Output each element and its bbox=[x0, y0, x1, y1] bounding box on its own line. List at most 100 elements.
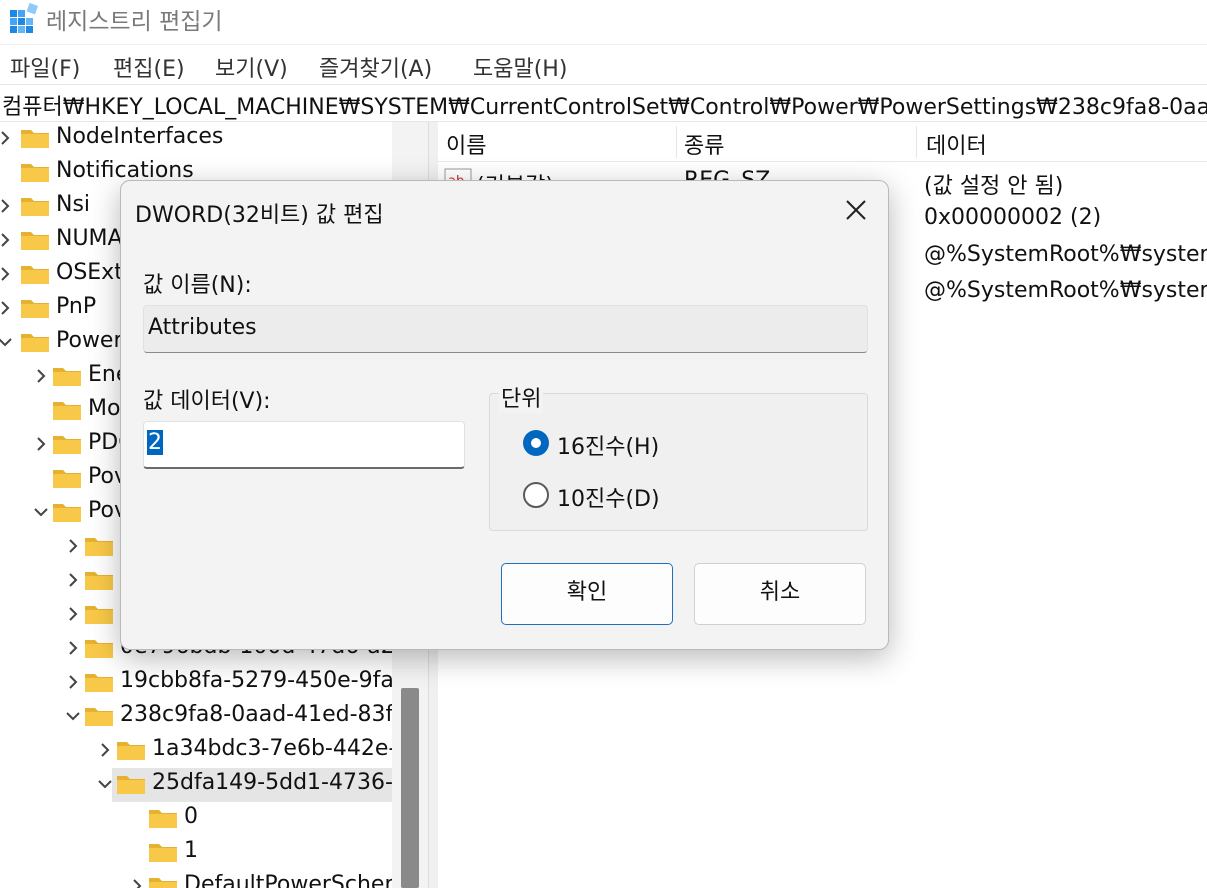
tree-item[interactable]: 1 bbox=[128, 836, 392, 870]
list-cell-data: 0x00000002 (2) bbox=[924, 205, 1102, 230]
value-data-input[interactable]: 2 bbox=[143, 421, 465, 469]
base-group-label: 단위 bbox=[499, 381, 544, 413]
address-path: 컴퓨터₩HKEY_LOCAL_MACHINE₩SYSTEM₩CurrentCon… bbox=[2, 95, 1207, 120]
radio-decimal-label[interactable]: 10진수(D) bbox=[557, 481, 660, 513]
folder-icon bbox=[21, 266, 49, 284]
tree-item[interactable]: 238c9fa8-0aad-41ed-83f4 bbox=[64, 700, 407, 734]
folder-icon bbox=[21, 130, 49, 148]
tree-item[interactable]: 25dfa149-5dd1-4736-b bbox=[98, 768, 407, 802]
tree-item[interactable]: NodeInterfaces bbox=[0, 122, 392, 156]
menu-favorites[interactable]: 즐겨찾기(A) bbox=[319, 51, 432, 83]
folder-icon bbox=[53, 368, 81, 386]
radio-hex-indicator[interactable] bbox=[523, 430, 549, 456]
radio-hex-label[interactable]: 16진수(H) bbox=[557, 429, 659, 461]
address-bar[interactable]: 컴퓨터₩HKEY_LOCAL_MACHINE₩SYSTEM₩CurrentCon… bbox=[0, 84, 1207, 122]
ok-button[interactable]: 확인 bbox=[501, 563, 673, 625]
value-data-label: 값 데이터(V): bbox=[143, 389, 271, 414]
folder-icon bbox=[85, 708, 113, 726]
tree-item[interactable]: 1a34bdc3-7e6b-442e-a bbox=[96, 734, 410, 768]
dialog-title: DWORD(32비트) 값 편집 bbox=[135, 203, 384, 228]
folder-icon bbox=[149, 844, 177, 862]
column-name[interactable]: 이름 bbox=[446, 128, 486, 160]
chevron-right-icon[interactable] bbox=[64, 639, 82, 657]
menu-bar: 파일(F) 편집(E) 보기(V) 즐겨찾기(A) 도움말(H) bbox=[0, 44, 1207, 84]
value-name-field: Attributes bbox=[143, 305, 868, 353]
folder-icon bbox=[21, 300, 49, 318]
menu-file[interactable]: 파일(F) bbox=[10, 51, 80, 83]
chevron-right-icon[interactable] bbox=[64, 673, 82, 691]
menu-view[interactable]: 보기(V) bbox=[215, 51, 288, 83]
tree-item-label: 1 bbox=[184, 838, 198, 863]
folder-icon bbox=[149, 810, 177, 828]
chevron-right-icon[interactable] bbox=[32, 367, 50, 385]
chevron-right-icon[interactable] bbox=[96, 741, 114, 759]
folder-icon bbox=[117, 776, 145, 794]
chevron-right-icon[interactable] bbox=[64, 537, 82, 555]
tree-item-label: 19cbb8fa-5279-450e-9fac bbox=[120, 668, 406, 693]
folder-icon bbox=[85, 640, 113, 658]
chevron-right-icon[interactable] bbox=[64, 605, 82, 623]
folder-icon bbox=[53, 402, 81, 420]
folder-icon bbox=[53, 436, 81, 454]
cancel-button[interactable]: 취소 bbox=[694, 563, 866, 625]
registry-icon bbox=[10, 2, 39, 33]
chevron-right-icon[interactable] bbox=[0, 197, 14, 215]
tree-item-label: 238c9fa8-0aad-41ed-83f4 bbox=[120, 702, 408, 727]
chevron-right-icon[interactable] bbox=[0, 129, 14, 147]
tree-item-label: 25dfa149-5dd1-4736-b bbox=[152, 770, 407, 795]
folder-icon bbox=[85, 572, 113, 590]
chevron-right-icon[interactable] bbox=[0, 231, 14, 249]
tree-item-label: NodeInterfaces bbox=[56, 124, 224, 149]
folder-icon bbox=[53, 470, 81, 488]
list-cell-data: @%SystemRoot%₩system bbox=[924, 278, 1207, 303]
folder-icon bbox=[53, 504, 81, 522]
radio-decimal-indicator[interactable] bbox=[523, 482, 549, 508]
close-icon[interactable] bbox=[833, 191, 877, 229]
folder-icon bbox=[21, 198, 49, 216]
chevron-right-icon[interactable] bbox=[128, 877, 146, 888]
chevron-right-icon[interactable] bbox=[0, 299, 14, 317]
menu-help[interactable]: 도움말(H) bbox=[473, 51, 567, 83]
tree-item-label: PnP bbox=[56, 294, 97, 319]
value-name-label: 값 이름(N): bbox=[143, 273, 252, 298]
tree-item-label: 1a34bdc3-7e6b-442e-a bbox=[152, 736, 410, 761]
folder-icon bbox=[117, 742, 145, 760]
folder-icon bbox=[21, 164, 49, 182]
tree-item-label: DefaultPowerScheme bbox=[184, 872, 420, 888]
value-data-text: 2 bbox=[147, 430, 163, 455]
folder-icon bbox=[85, 606, 113, 624]
tree-item-label: NUMA bbox=[56, 226, 123, 251]
list-header: 이름 종류 데이터 bbox=[438, 122, 1207, 162]
chevron-down-icon[interactable] bbox=[96, 775, 114, 793]
list-cell-data: @%SystemRoot%₩system bbox=[924, 242, 1207, 267]
chevron-right-icon[interactable] bbox=[0, 265, 14, 283]
list-cell-data: (값 설정 안 됨) bbox=[924, 174, 1064, 199]
menu-edit[interactable]: 편집(E) bbox=[113, 51, 185, 83]
tree-item-label: Mo bbox=[88, 396, 121, 421]
column-divider[interactable] bbox=[676, 126, 677, 158]
base-group bbox=[489, 393, 868, 531]
column-divider[interactable] bbox=[916, 126, 917, 158]
folder-icon bbox=[21, 334, 49, 352]
tree-item[interactable]: 19cbb8fa-5279-450e-9fac bbox=[64, 666, 406, 700]
tree-item-label: Power bbox=[56, 328, 123, 353]
tree-scrollbar-thumb[interactable] bbox=[401, 688, 419, 888]
tree-item-label: Nsi bbox=[56, 192, 91, 217]
folder-icon bbox=[21, 232, 49, 250]
value-name-text: Attributes bbox=[148, 315, 257, 340]
chevron-down-icon[interactable] bbox=[32, 503, 50, 521]
chevron-down-icon[interactable] bbox=[64, 707, 82, 725]
column-data[interactable]: 데이터 bbox=[926, 128, 987, 160]
folder-icon bbox=[149, 878, 177, 888]
chevron-right-icon[interactable] bbox=[32, 435, 50, 453]
chevron-right-icon[interactable] bbox=[64, 571, 82, 589]
tree-item[interactable]: 0 bbox=[128, 802, 392, 836]
title-bar: 레지스트리 편집기 bbox=[0, 0, 1207, 44]
column-type[interactable]: 종류 bbox=[684, 128, 724, 160]
chevron-down-icon[interactable] bbox=[0, 333, 14, 351]
edit-dword-dialog: DWORD(32비트) 값 편집 값 이름(N): Attributes 값 데… bbox=[120, 180, 889, 650]
tree-item-label: 0 bbox=[184, 804, 198, 829]
tree-item[interactable]: DefaultPowerScheme bbox=[128, 870, 419, 888]
folder-icon bbox=[85, 538, 113, 556]
folder-icon bbox=[85, 674, 113, 692]
